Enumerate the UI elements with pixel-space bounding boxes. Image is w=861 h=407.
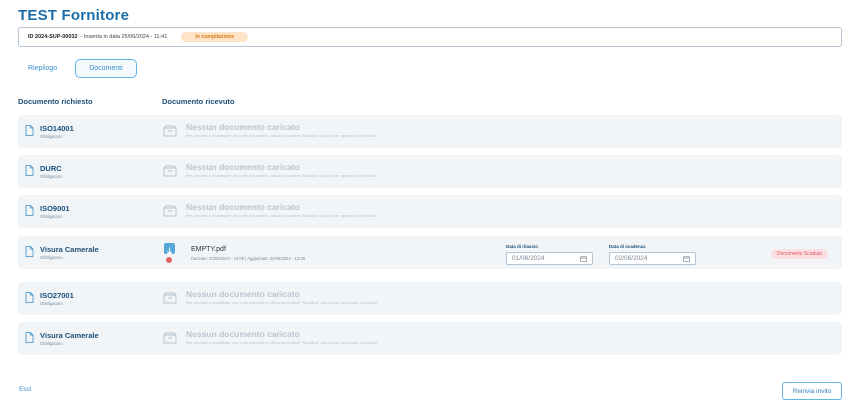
empty-state-title: Nessun documento caricato: [186, 162, 300, 172]
document-requirement: Obbligatorio: [40, 134, 63, 139]
tab-documenti[interactable]: Documenti: [75, 59, 137, 78]
empty-state-title: Nessun documento caricato: [186, 122, 300, 132]
empty-state-description: Per caricare o modificare uno o più docu…: [186, 213, 379, 218]
expiry-date-label: Data di scadenza: [609, 244, 646, 249]
uploaded-file-icon[interactable]: [164, 243, 175, 255]
file-icon: [25, 205, 34, 216]
document-requirement: Obbligatorio: [40, 174, 63, 179]
issue-date-label: Data di rilascio: [506, 244, 539, 249]
document-requirement: Obbligatorio: [40, 255, 63, 260]
empty-box-icon: [163, 125, 177, 137]
empty-state-description: Per caricare o modificare uno o più docu…: [186, 133, 379, 138]
request-id: ID 2024-SUP-00032: [28, 34, 78, 40]
error-icon: [166, 257, 172, 263]
document-name: DURC: [40, 164, 62, 173]
column-header-requested: Documento richiesto: [18, 97, 93, 106]
file-icon: [25, 246, 34, 257]
empty-state-description: Per caricare o modificare uno o più docu…: [186, 300, 379, 305]
calendar-icon[interactable]: [580, 256, 587, 262]
document-row: DURC Obbligatorio Nessun documento caric…: [18, 155, 842, 188]
document-requirement: Obbligatorio: [40, 214, 63, 219]
issue-date-value: 01/06/2024: [512, 255, 545, 262]
empty-box-icon: [163, 165, 177, 177]
empty-state-description: Per caricare o modificare uno o più docu…: [186, 340, 379, 345]
document-row: ISO27001 Obbligatorio Nessun documento c…: [18, 282, 842, 315]
document-name: ISO27001: [40, 291, 74, 300]
empty-box-icon: [163, 332, 177, 344]
document-requirement: Obbligatorio: [40, 301, 63, 306]
expiry-date-input[interactable]: 02/06/2024: [609, 252, 696, 265]
expired-badge: Documento Scaduto: [771, 249, 829, 259]
file-icon: [25, 332, 34, 343]
file-icon: [25, 125, 34, 136]
request-info-bar: ID 2024-SUP-00032 - Inserita in data 25/…: [18, 27, 842, 47]
resend-invite-button[interactable]: Reinvia invito: [782, 382, 842, 400]
tab-riepilogo[interactable]: Riepilogo: [18, 59, 67, 78]
expiry-date-value: 02/06/2024: [615, 255, 648, 262]
document-row: Visura Camerale Obbligatorio Nessun docu…: [18, 322, 842, 355]
document-name: ISO14001: [40, 124, 74, 133]
tab-bar: Riepilogo Documenti: [18, 59, 137, 78]
file-meta: Caricato: 20/06/2024 - 12:08 | Aggiornat…: [191, 256, 306, 261]
column-header-received: Documento ricevuto: [162, 97, 235, 106]
empty-box-icon: [163, 292, 177, 304]
file-name[interactable]: EMPTY.pdf: [191, 246, 226, 253]
document-row: ISO14001 Obbligatorio Nessun documento c…: [18, 115, 842, 148]
document-name: ISO9001: [40, 204, 70, 213]
status-badge: In compilazione: [181, 32, 249, 42]
calendar-icon[interactable]: [683, 256, 690, 262]
file-icon: [25, 292, 34, 303]
page-title: TEST Fornitore: [18, 7, 130, 24]
document-name: Visura Camerale: [40, 331, 99, 340]
inserted-date: - Inserita in data 25/06/2024 - 11:41: [80, 34, 168, 40]
empty-state-title: Nessun documento caricato: [186, 329, 300, 339]
empty-state-title: Nessun documento caricato: [186, 202, 300, 212]
document-row-uploaded: Visura Camerale Obbligatorio EMPTY.pdf C…: [18, 236, 842, 269]
empty-box-icon: [163, 205, 177, 217]
issue-date-input[interactable]: 01/06/2024: [506, 252, 593, 265]
document-row: ISO9001 Obbligatorio Nessun documento ca…: [18, 195, 842, 228]
exit-link[interactable]: Esci: [19, 386, 31, 393]
document-name: Visura Camerale: [40, 245, 99, 254]
empty-state-description: Per caricare o modificare uno o più docu…: [186, 173, 379, 178]
empty-state-title: Nessun documento caricato: [186, 289, 300, 299]
document-requirement: Obbligatorio: [40, 341, 63, 346]
file-icon: [25, 165, 34, 176]
